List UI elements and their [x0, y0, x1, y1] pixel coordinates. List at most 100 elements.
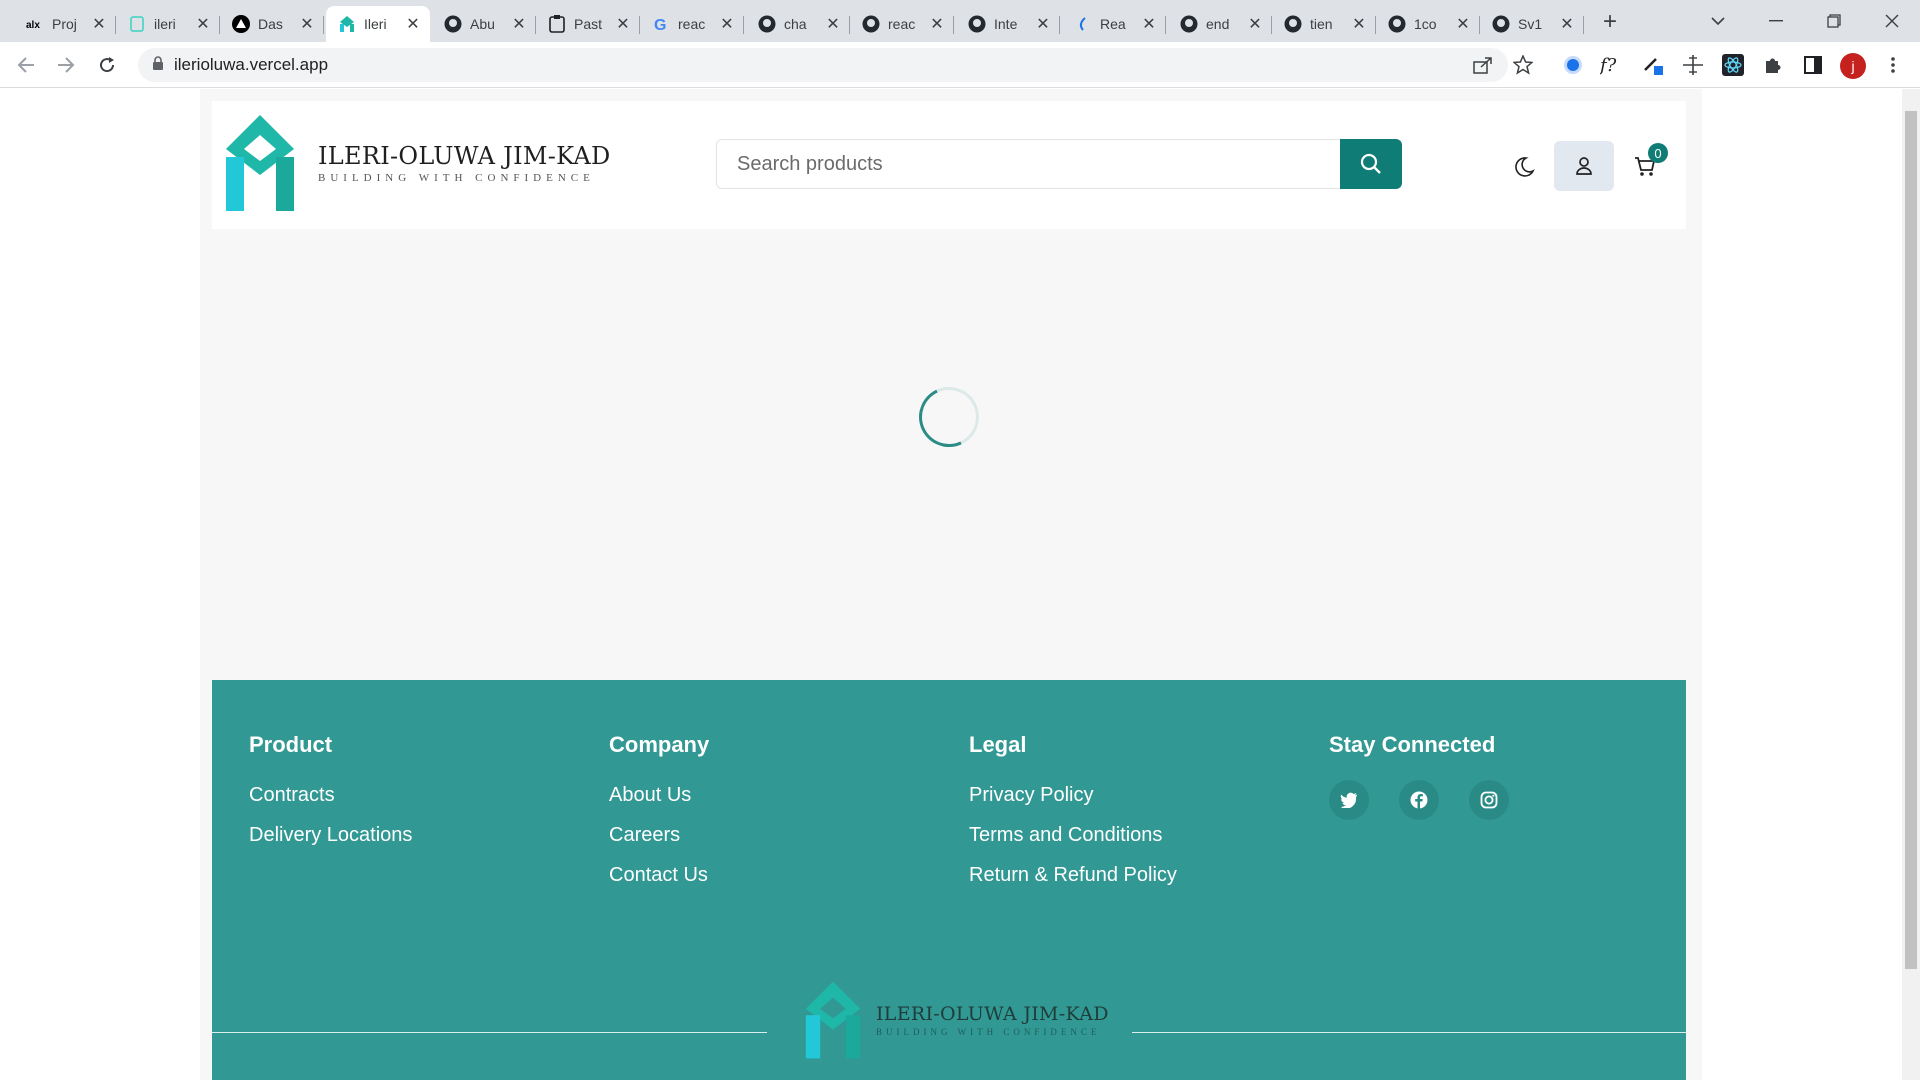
close-window-button[interactable]	[1872, 4, 1912, 38]
brand-logo-link[interactable]: ILERI-OLUWA JIM-KAD BUILDING WITH CONFID…	[224, 113, 611, 213]
tab-title: Abu	[470, 16, 495, 32]
close-tab-icon[interactable]: ✕	[194, 15, 212, 33]
loading-spinner	[910, 378, 988, 456]
github-icon	[1388, 15, 1406, 33]
close-tab-icon[interactable]: ✕	[1034, 15, 1052, 33]
scrollbar-thumb[interactable]	[1905, 111, 1917, 969]
close-tab-icon[interactable]: ✕	[1558, 15, 1576, 33]
bookmark-star-icon[interactable]	[1508, 50, 1538, 80]
footer-link-terms-and-conditions[interactable]: Terms and Conditions	[969, 824, 1177, 847]
new-tab-button[interactable]: +	[1596, 8, 1624, 36]
search-bar	[716, 139, 1402, 189]
account-button[interactable]	[1554, 141, 1614, 191]
github-icon	[1180, 15, 1198, 33]
tab-title: Proj	[52, 16, 77, 32]
tab-title: ileri	[154, 16, 176, 32]
close-tab-icon[interactable]: ✕	[298, 15, 316, 33]
browser-tab[interactable]: Rea ✕	[1062, 6, 1166, 42]
page-ruler-icon[interactable]	[1678, 50, 1708, 80]
close-tab-icon[interactable]: ✕	[404, 15, 422, 33]
tab-title: reac	[888, 16, 916, 32]
extensions-puzzle-icon[interactable]	[1758, 50, 1788, 80]
svg-text:f?: f?	[1600, 55, 1617, 75]
ileri-logo-icon	[338, 15, 356, 33]
page-icon	[128, 15, 146, 33]
browser-tab[interactable]: alx Proj ✕	[14, 6, 116, 42]
page-scrollbar[interactable]	[1902, 89, 1920, 1080]
profile-avatar[interactable]: j	[1840, 53, 1866, 79]
site-header: ILERI-OLUWA JIM-KAD BUILDING WITH CONFID…	[212, 101, 1686, 229]
browser-tab[interactable]: Past ✕	[536, 6, 640, 42]
dark-mode-toggle[interactable]	[1510, 153, 1538, 181]
facebook-icon[interactable]	[1399, 780, 1439, 820]
browser-menu-icon[interactable]	[1878, 50, 1908, 80]
footer-link-careers[interactable]: Careers	[609, 824, 709, 847]
twitter-icon[interactable]	[1329, 780, 1369, 820]
footer-brand-tagline: BUILDING WITH CONFIDENCE	[876, 1027, 1101, 1037]
close-tab-icon[interactable]: ✕	[824, 15, 842, 33]
footer-link-delivery-locations[interactable]: Delivery Locations	[249, 824, 412, 847]
github-icon	[862, 15, 880, 33]
footer-link-about-us[interactable]: About Us	[609, 784, 709, 807]
react-devtools-icon[interactable]	[1718, 50, 1748, 80]
browser-tab[interactable]: G reac ✕	[640, 6, 744, 42]
side-panel-icon[interactable]	[1798, 50, 1828, 80]
close-tab-icon[interactable]: ✕	[718, 15, 736, 33]
footer-divider-right	[1132, 1032, 1686, 1033]
browser-tab[interactable]: Abu ✕	[432, 6, 536, 42]
footer-link-return-refund-policy[interactable]: Return & Refund Policy	[969, 864, 1177, 887]
close-tab-icon[interactable]: ✕	[1246, 15, 1264, 33]
reload-button[interactable]	[91, 49, 123, 81]
ileri-logo-icon	[226, 115, 294, 211]
svg-text:G: G	[654, 17, 666, 33]
tab-search-button[interactable]	[1698, 4, 1738, 38]
share-icon[interactable]	[1468, 50, 1498, 80]
footer-link-contact-us[interactable]: Contact Us	[609, 864, 709, 887]
close-tab-icon[interactable]: ✕	[614, 15, 632, 33]
footer-link-contracts[interactable]: Contracts	[249, 784, 412, 807]
color-picker-icon[interactable]	[1638, 50, 1668, 80]
browser-tab[interactable]: Sv1 ✕	[1480, 6, 1584, 42]
google-icon: G	[652, 15, 670, 33]
url-text[interactable]: ilerioluwa.vercel.app	[174, 55, 328, 75]
browser-tab[interactable]: 1co ✕	[1376, 6, 1480, 42]
forward-button[interactable]	[50, 49, 82, 81]
browser-tab[interactable]: ileri ✕	[116, 6, 220, 42]
browser-tab-active[interactable]: Ileri ✕	[326, 6, 430, 42]
close-tab-icon[interactable]: ✕	[928, 15, 946, 33]
instagram-icon[interactable]	[1469, 780, 1509, 820]
close-tab-icon[interactable]: ✕	[1350, 15, 1368, 33]
browser-tab[interactable]: end ✕	[1168, 6, 1272, 42]
browser-tab[interactable]: Inte ✕	[956, 6, 1060, 42]
page-viewport: ILERI-OLUWA JIM-KAD BUILDING WITH CONFID…	[0, 89, 1902, 1080]
address-bar[interactable]: ilerioluwa.vercel.app	[138, 48, 1508, 82]
tab-title: Past	[574, 16, 603, 32]
search-input[interactable]	[716, 139, 1340, 189]
tab-title: tien	[1310, 16, 1333, 32]
close-tab-icon[interactable]: ✕	[1454, 15, 1472, 33]
site-footer: Product Contracts Delivery Locations Com…	[212, 680, 1686, 1080]
minimize-button[interactable]	[1756, 4, 1796, 38]
ileri-logo-icon	[805, 981, 861, 1059]
cart-count-badge: 0	[1648, 143, 1668, 163]
search-button[interactable]	[1340, 139, 1402, 189]
close-tab-icon[interactable]: ✕	[90, 15, 108, 33]
browser-tab[interactable]: cha ✕	[746, 6, 850, 42]
cart-button[interactable]: 0	[1632, 143, 1668, 179]
tab-title: Inte	[994, 16, 1018, 32]
close-tab-icon[interactable]: ✕	[510, 15, 528, 33]
extension-circle-icon[interactable]	[1558, 50, 1588, 80]
lock-icon[interactable]	[152, 55, 164, 75]
footer-brand-logo[interactable]: ILERI-OLUWA JIM-KAD BUILDING WITH CONFID…	[804, 980, 1109, 1060]
footer-link-privacy-policy[interactable]: Privacy Policy	[969, 784, 1177, 807]
browser-tab[interactable]: Das ✕	[220, 6, 324, 42]
social-links	[1329, 780, 1509, 820]
browser-tab[interactable]: reac ✕	[850, 6, 954, 42]
back-button[interactable]	[10, 49, 42, 81]
browser-tab[interactable]: tien ✕	[1272, 6, 1376, 42]
close-tab-icon[interactable]: ✕	[1140, 15, 1158, 33]
restore-button[interactable]	[1814, 4, 1854, 38]
footer-column-product: Product Contracts Delivery Locations	[249, 732, 412, 864]
alx-logo-icon: alx	[26, 15, 44, 33]
font-finder-icon[interactable]: f?	[1598, 50, 1628, 80]
